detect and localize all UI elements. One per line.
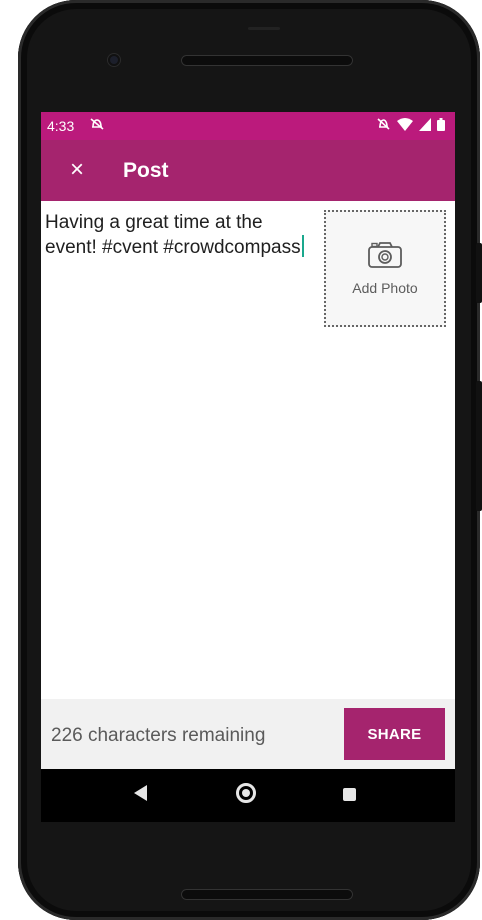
power-button [476, 243, 482, 303]
compose-area: Having a great time at the event! #cvent… [41, 201, 455, 699]
signal-icon [419, 117, 431, 134]
volume-button [476, 381, 482, 511]
app-bar: × Post [41, 140, 455, 201]
compose-footer: 226 characters remaining SHARE [41, 699, 455, 769]
recent-apps-icon[interactable] [343, 788, 356, 801]
text-caret [301, 235, 304, 257]
characters-remaining: 226 characters remaining [51, 725, 266, 746]
wifi-icon [397, 117, 413, 134]
home-icon-dot [242, 789, 250, 797]
status-bar: 4:33 [41, 112, 455, 140]
earpiece [248, 27, 280, 30]
add-photo-label: Add Photo [352, 280, 418, 296]
home-icon[interactable] [236, 783, 256, 803]
share-button[interactable]: SHARE [344, 708, 445, 760]
battery-icon [437, 117, 445, 134]
mute-icon [376, 117, 391, 134]
close-icon[interactable]: × [61, 154, 93, 186]
top-speaker [181, 55, 353, 66]
back-icon[interactable] [134, 785, 147, 801]
notifications-off-icon [89, 117, 105, 134]
navigation-bar [41, 769, 455, 822]
add-photo-button[interactable]: Add Photo [324, 210, 446, 327]
page-title: Post [123, 159, 169, 182]
post-text-value: Having a great time at the event! #cvent… [45, 212, 301, 258]
front-camera [108, 54, 120, 66]
screen: 4:33 × Post Having a great time at the e… [41, 112, 455, 822]
bottom-speaker [181, 889, 353, 900]
post-text-input[interactable]: Having a great time at the event! #cvent… [45, 211, 313, 260]
camera-icon [367, 241, 403, 274]
status-time: 4:33 [47, 118, 75, 134]
